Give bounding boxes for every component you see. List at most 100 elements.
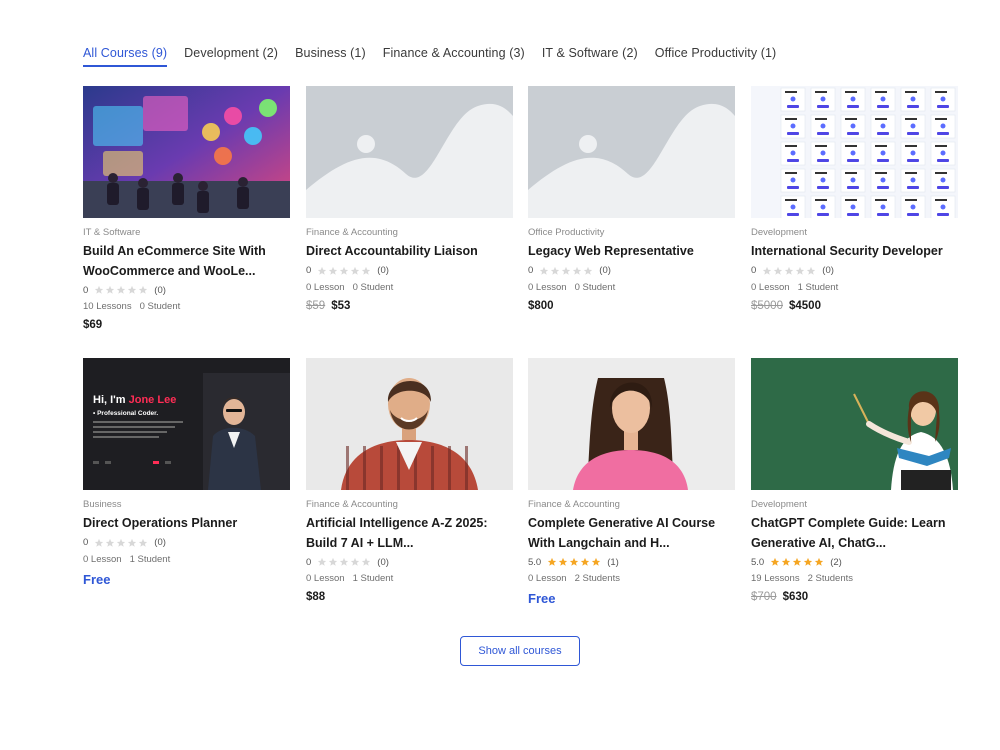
course-category: Finance & Accounting: [306, 499, 398, 510]
tab-3[interactable]: Finance & Accounting (3): [383, 46, 525, 65]
rating-stars: [317, 557, 371, 567]
course-thumbnail[interactable]: Hi, I'm Jone Lee • Professional Coder.: [83, 358, 290, 490]
coder-portfolio-image: Hi, I'm Jone Lee • Professional Coder.: [83, 358, 290, 490]
course-thumbnail[interactable]: [528, 358, 735, 490]
course-rating: 0 (0): [751, 263, 958, 279]
course-card: Finance & Accounting Direct Accountabilit…: [306, 86, 513, 312]
star-icon: [584, 266, 593, 275]
course-title[interactable]: Build An eCommerce Site With WooCommerce…: [83, 242, 290, 281]
course-title[interactable]: Legacy Web Representative: [528, 242, 735, 262]
tab-1[interactable]: Development (2): [184, 46, 278, 65]
course-thumbnail[interactable]: [306, 358, 513, 490]
student-count: 0 Student: [139, 301, 181, 312]
course-title[interactable]: International Security Developer: [751, 242, 958, 262]
student-count: 1 Student: [797, 281, 839, 293]
course-rating: 0 (0): [83, 535, 290, 551]
student-count: 1 Student: [129, 553, 171, 565]
rating-stars: [762, 266, 816, 276]
course-card: Development International Security Develo…: [751, 86, 958, 312]
course-category: IT & Software: [83, 227, 141, 238]
rating-value: 0: [528, 265, 534, 276]
course-meta: 0 Lesson 0 Student: [528, 281, 735, 295]
course-rating: 0 (0): [83, 282, 290, 298]
star-icon: [139, 285, 148, 294]
star-icon: [362, 557, 371, 566]
tab-2[interactable]: Business (1): [295, 46, 366, 65]
portfolio-greeting: Hi, I'm Jone Lee: [93, 394, 176, 406]
course-category-tabs: All Courses (9) Development (2) Business (…: [83, 46, 776, 68]
star-icon: [95, 285, 104, 294]
course-card: Development ChatGPT Complete Guide: Learn…: [751, 358, 958, 603]
rating-value: 5.0: [751, 556, 765, 568]
rating-stars: [94, 285, 148, 295]
course-category: Finance & Accounting: [528, 499, 620, 510]
show-all-courses-button[interactable]: Show all courses: [460, 636, 580, 666]
course-thumbnail[interactable]: [528, 86, 735, 218]
course-card: IT & Software Build An eCommerce Site Wit…: [83, 86, 290, 331]
free-label: Free: [528, 591, 556, 606]
star-icon: [592, 557, 601, 566]
star-icon: [548, 557, 557, 566]
course-title[interactable]: Direct Operations Planner: [83, 514, 290, 534]
course-thumbnail[interactable]: [751, 358, 958, 490]
course-rating: 5.0 (1): [528, 554, 735, 570]
review-count: (0): [154, 537, 166, 548]
star-icon: [329, 266, 338, 275]
star-icon: [362, 266, 371, 275]
course-rating: 0 (0): [528, 263, 735, 279]
course-card: Hi, I'm Jone Lee • Professional Coder. Bus…: [83, 358, 290, 587]
man-portrait-image: [306, 358, 513, 490]
course-price: $700 $630: [751, 591, 958, 603]
original-price: $700: [751, 591, 777, 603]
star-icon: [793, 557, 802, 566]
course-category: Finance & Accounting: [306, 227, 398, 238]
course-category: Development: [751, 227, 807, 238]
star-icon: [562, 266, 571, 275]
tab-4[interactable]: IT & Software (2): [542, 46, 638, 65]
course-title[interactable]: ChatGPT Complete Guide: Learn Generative…: [751, 514, 958, 553]
star-icon: [573, 266, 582, 275]
course-price: $800: [528, 300, 735, 312]
course-thumbnail[interactable]: [751, 86, 958, 218]
course-title[interactable]: Complete Generative AI Course With Langc…: [528, 514, 735, 553]
course-title[interactable]: Direct Accountability Liaison: [306, 242, 513, 262]
grid-screens-image: [751, 86, 958, 218]
star-icon: [340, 557, 349, 566]
star-icon: [804, 557, 813, 566]
lesson-count: 0 Lesson: [751, 281, 790, 293]
woman-portrait-image: [528, 358, 735, 490]
lesson-count: 0 Lesson: [306, 281, 345, 293]
course-card: Office Productivity Legacy Web Representa…: [528, 86, 735, 312]
course-rating: 0 (0): [306, 263, 513, 279]
tab-5[interactable]: Office Productivity (1): [655, 46, 777, 65]
star-icon: [95, 538, 104, 547]
course-title[interactable]: Artificial Intelligence A-Z 2025: Build …: [306, 514, 513, 553]
student-count: 0 Student: [574, 281, 616, 293]
star-icon: [782, 557, 791, 566]
course-thumbnail[interactable]: [83, 86, 290, 218]
course-meta: 19 Lessons 2 Students: [751, 572, 958, 586]
star-icon: [815, 557, 824, 566]
tab-0[interactable]: All Courses (9): [83, 46, 168, 67]
course-category: Office Productivity: [528, 227, 605, 238]
star-icon: [340, 266, 349, 275]
course-meta: 0 Lesson 2 Students: [528, 572, 735, 586]
review-count: (0): [154, 284, 166, 296]
star-icon: [351, 266, 360, 275]
lesson-count: 0 Lesson: [83, 553, 122, 565]
rating-value: 0: [83, 537, 89, 548]
rating-stars: [547, 557, 601, 567]
star-icon: [139, 538, 148, 547]
review-count: (0): [377, 265, 389, 276]
it-scene-image: [83, 86, 290, 218]
original-price: $5000: [751, 299, 783, 312]
course-thumbnail[interactable]: [306, 86, 513, 218]
rating-value: 0: [751, 265, 757, 276]
star-icon: [581, 557, 590, 566]
free-label: Free: [83, 571, 111, 587]
star-icon: [763, 266, 772, 275]
course-meta: 0 Lesson 1 Student: [83, 553, 290, 567]
review-count: (1): [607, 556, 619, 568]
course-meta: 0 Lesson 1 Student: [306, 572, 513, 586]
review-count: (0): [377, 556, 389, 568]
